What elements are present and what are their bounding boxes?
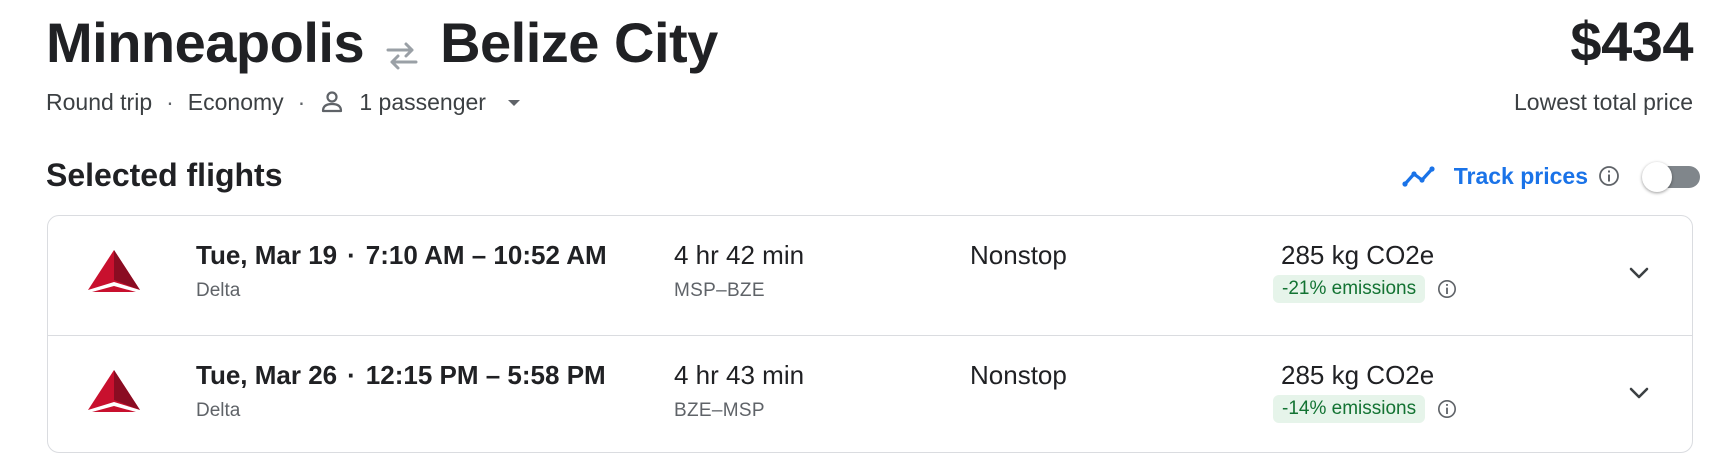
flight-duration: 4 hr 43 min: [674, 360, 805, 390]
emissions-badge: -14% emissions: [1273, 395, 1426, 423]
emissions-badge: -21% emissions: [1273, 275, 1426, 303]
track-prices-control: Track prices: [1402, 158, 1700, 194]
price-caption: Lowest total price: [1514, 89, 1693, 115]
co2-amount: 285 kg CO2e: [1281, 240, 1435, 270]
total-price: $434: [1570, 10, 1693, 73]
co2-amount: 285 kg CO2e: [1281, 360, 1435, 390]
flight-airports: MSP–BZE: [674, 280, 765, 301]
chevron-down-icon[interactable]: [1626, 380, 1652, 406]
separator-dot: ·: [347, 360, 356, 390]
flight-row[interactable]: Tue, Mar 26 · 12:15 PM – 5:58 PM Delta 4 h…: [48, 335, 1692, 452]
passenger-count: 1 passenger: [359, 88, 486, 115]
flight-airports: BZE–MSP: [674, 400, 765, 421]
emissions-info: -14% emissions: [1273, 395, 1457, 423]
toggle-knob: [1642, 162, 1672, 192]
chevron-down-icon[interactable]: [1626, 260, 1652, 286]
caret-down-icon: [504, 92, 524, 112]
section-title: Selected flights: [46, 157, 283, 193]
info-icon[interactable]: [1437, 399, 1457, 419]
flight-date-times: Tue, Mar 19 · 7:10 AM – 10:52 AM: [196, 240, 607, 271]
flight-stops: Nonstop: [970, 360, 1067, 390]
destination-city: Belize City: [440, 10, 718, 74]
cabin-class: Economy: [187, 88, 284, 115]
info-icon[interactable]: [1437, 279, 1457, 299]
selected-flights-card: Tue, Mar 19 · 7:10 AM – 10:52 AM Delta 4 h…: [47, 215, 1693, 453]
trip-type: Round trip: [46, 88, 153, 115]
flight-stops: Nonstop: [970, 240, 1067, 270]
swap-arrows-icon[interactable]: [382, 24, 422, 70]
route-title: Minneapolis Belize City: [46, 6, 718, 78]
delta-logo: [88, 370, 140, 412]
flight-summary-page: Minneapolis Belize City $434 Round trip …: [0, 0, 1720, 472]
flight-row[interactable]: Tue, Mar 19 · 7:10 AM – 10:52 AM Delta 4 h…: [48, 216, 1692, 335]
airline-name: Delta: [196, 400, 241, 421]
separator-dot: ·: [347, 240, 356, 270]
person-icon: [319, 89, 345, 115]
track-prices-label[interactable]: Track prices: [1454, 163, 1588, 190]
separator-dot: ·: [297, 88, 306, 115]
flight-date: Tue, Mar 19: [196, 240, 338, 270]
flight-date: Tue, Mar 26: [196, 360, 338, 390]
passenger-selector[interactable]: 1 passenger: [319, 89, 524, 116]
trip-options: Round trip · Economy · 1 passenger: [46, 86, 524, 118]
flight-duration: 4 hr 42 min: [674, 240, 805, 270]
flight-date-times: Tue, Mar 26 · 12:15 PM – 5:58 PM: [196, 360, 606, 391]
track-prices-toggle[interactable]: [1642, 162, 1700, 192]
info-icon[interactable]: [1598, 165, 1620, 187]
airline-name: Delta: [196, 280, 241, 301]
flight-times: 12:15 PM – 5:58 PM: [365, 360, 606, 390]
emissions-info: -21% emissions: [1273, 275, 1457, 303]
flight-times: 7:10 AM – 10:52 AM: [365, 240, 607, 270]
delta-logo: [88, 250, 140, 292]
separator-dot: ·: [166, 88, 174, 115]
trending-line-icon: [1402, 166, 1435, 187]
origin-city: Minneapolis: [46, 10, 365, 74]
